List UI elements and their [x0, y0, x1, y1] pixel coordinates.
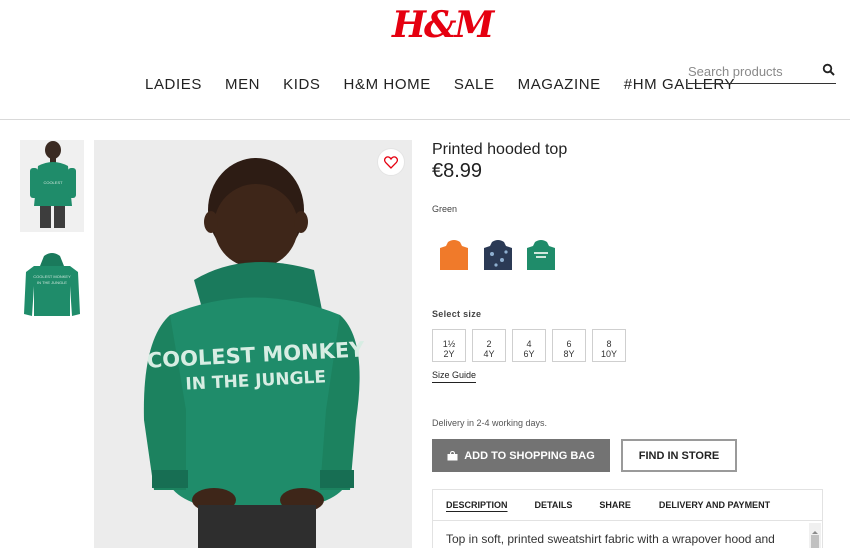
size-option-years: 8Y	[563, 348, 575, 359]
thumbnail-product-image: COOLEST MONKEY IN THE JUNGLE	[20, 250, 84, 322]
search-icon[interactable]	[822, 63, 836, 77]
selected-color-label: Green	[432, 204, 458, 214]
product-title: Printed hooded top	[432, 141, 568, 158]
size-option-age: 8	[606, 338, 612, 349]
nav-item-hm-home[interactable]: H&M HOME	[344, 76, 431, 93]
nav-item-kids[interactable]: KIDS	[283, 76, 320, 93]
find-in-store-button[interactable]: FIND IN STORE	[621, 439, 737, 472]
size-guide-link[interactable]: Size Guide	[432, 370, 477, 383]
nav-item-sale[interactable]: SALE	[454, 76, 495, 93]
scrollbar-thumb[interactable]	[811, 535, 819, 548]
swatch-navy[interactable]	[482, 238, 514, 272]
size-option-6y[interactable]: 4 6Y	[512, 329, 546, 362]
search-input[interactable]	[688, 64, 816, 79]
size-option-4y[interactable]: 2 4Y	[472, 329, 506, 362]
delivery-info: Delivery in 2-4 working days.	[432, 418, 548, 428]
description-text: Top in soft, printed sweatshirt fabric w…	[446, 532, 775, 546]
shopping-bag-icon	[447, 450, 458, 460]
thumbnail-model[interactable]: COOLEST	[20, 140, 84, 232]
size-option-2y[interactable]: 1½ 2Y	[432, 329, 466, 362]
site-header: H&M LADIES MEN KIDS H&M HOME SALE MAGAZI…	[0, 0, 850, 120]
size-option-age: 4	[526, 338, 532, 349]
add-to-bag-button[interactable]: ADD TO SHOPPING BAG	[432, 439, 610, 472]
svg-text:IN THE JUNGLE: IN THE JUNGLE	[37, 280, 67, 285]
add-to-bag-label: ADD TO SHOPPING BAG	[464, 449, 595, 462]
product-price: €8.99	[432, 160, 483, 182]
size-selector: 1½ 2Y 2 4Y 4 6Y 6 8Y 8 10Y	[432, 329, 626, 362]
tab-details[interactable]: DETAILS	[535, 500, 573, 510]
heart-icon	[384, 155, 398, 169]
thumbnail-product[interactable]: COOLEST MONKEY IN THE JUNGLE	[20, 250, 84, 322]
tab-bar: DESCRIPTION DETAILS SHARE DELIVERY AND P…	[433, 490, 822, 521]
favourite-button[interactable]	[377, 148, 405, 176]
search-bar	[688, 60, 836, 84]
select-size-label: Select size	[432, 309, 482, 319]
svg-text:COOLEST: COOLEST	[43, 180, 63, 185]
swatch-orange[interactable]	[438, 238, 470, 272]
size-option-years: 4Y	[483, 348, 495, 359]
swatch-green[interactable]	[525, 238, 557, 272]
model-photo: COOLEST MONKEY IN THE JUNGLE	[94, 140, 412, 548]
thumbnail-model-image: COOLEST	[20, 140, 84, 232]
product-main-image: COOLEST MONKEY IN THE JUNGLE	[94, 140, 412, 548]
tab-delivery-payment[interactable]: DELIVERY AND PAYMENT	[659, 500, 770, 510]
size-option-8y[interactable]: 6 8Y	[552, 329, 586, 362]
description-scrollbar[interactable]	[809, 523, 821, 548]
tab-share[interactable]: SHARE	[599, 500, 631, 510]
size-option-years: 10Y	[600, 348, 617, 359]
size-option-age: 2	[486, 338, 492, 349]
nav-item-magazine[interactable]: MAGAZINE	[518, 76, 601, 93]
main-nav: LADIES MEN KIDS H&M HOME SALE MAGAZINE #…	[145, 76, 735, 93]
size-option-10y[interactable]: 8 10Y	[592, 329, 626, 362]
nav-item-men[interactable]: MEN	[225, 76, 260, 93]
nav-item-ladies[interactable]: LADIES	[145, 76, 202, 93]
size-option-age: 1½	[442, 338, 456, 349]
size-option-years: 6Y	[523, 348, 535, 359]
svg-text:COOLEST MONKEY: COOLEST MONKEY	[33, 274, 71, 279]
tab-description[interactable]: DESCRIPTION	[446, 500, 508, 510]
size-option-age: 6	[566, 338, 572, 349]
size-option-years: 2Y	[443, 348, 455, 359]
hm-logo[interactable]: H&M	[392, 4, 494, 46]
product-info-tabs: DESCRIPTION DETAILS SHARE DELIVERY AND P…	[432, 489, 823, 548]
